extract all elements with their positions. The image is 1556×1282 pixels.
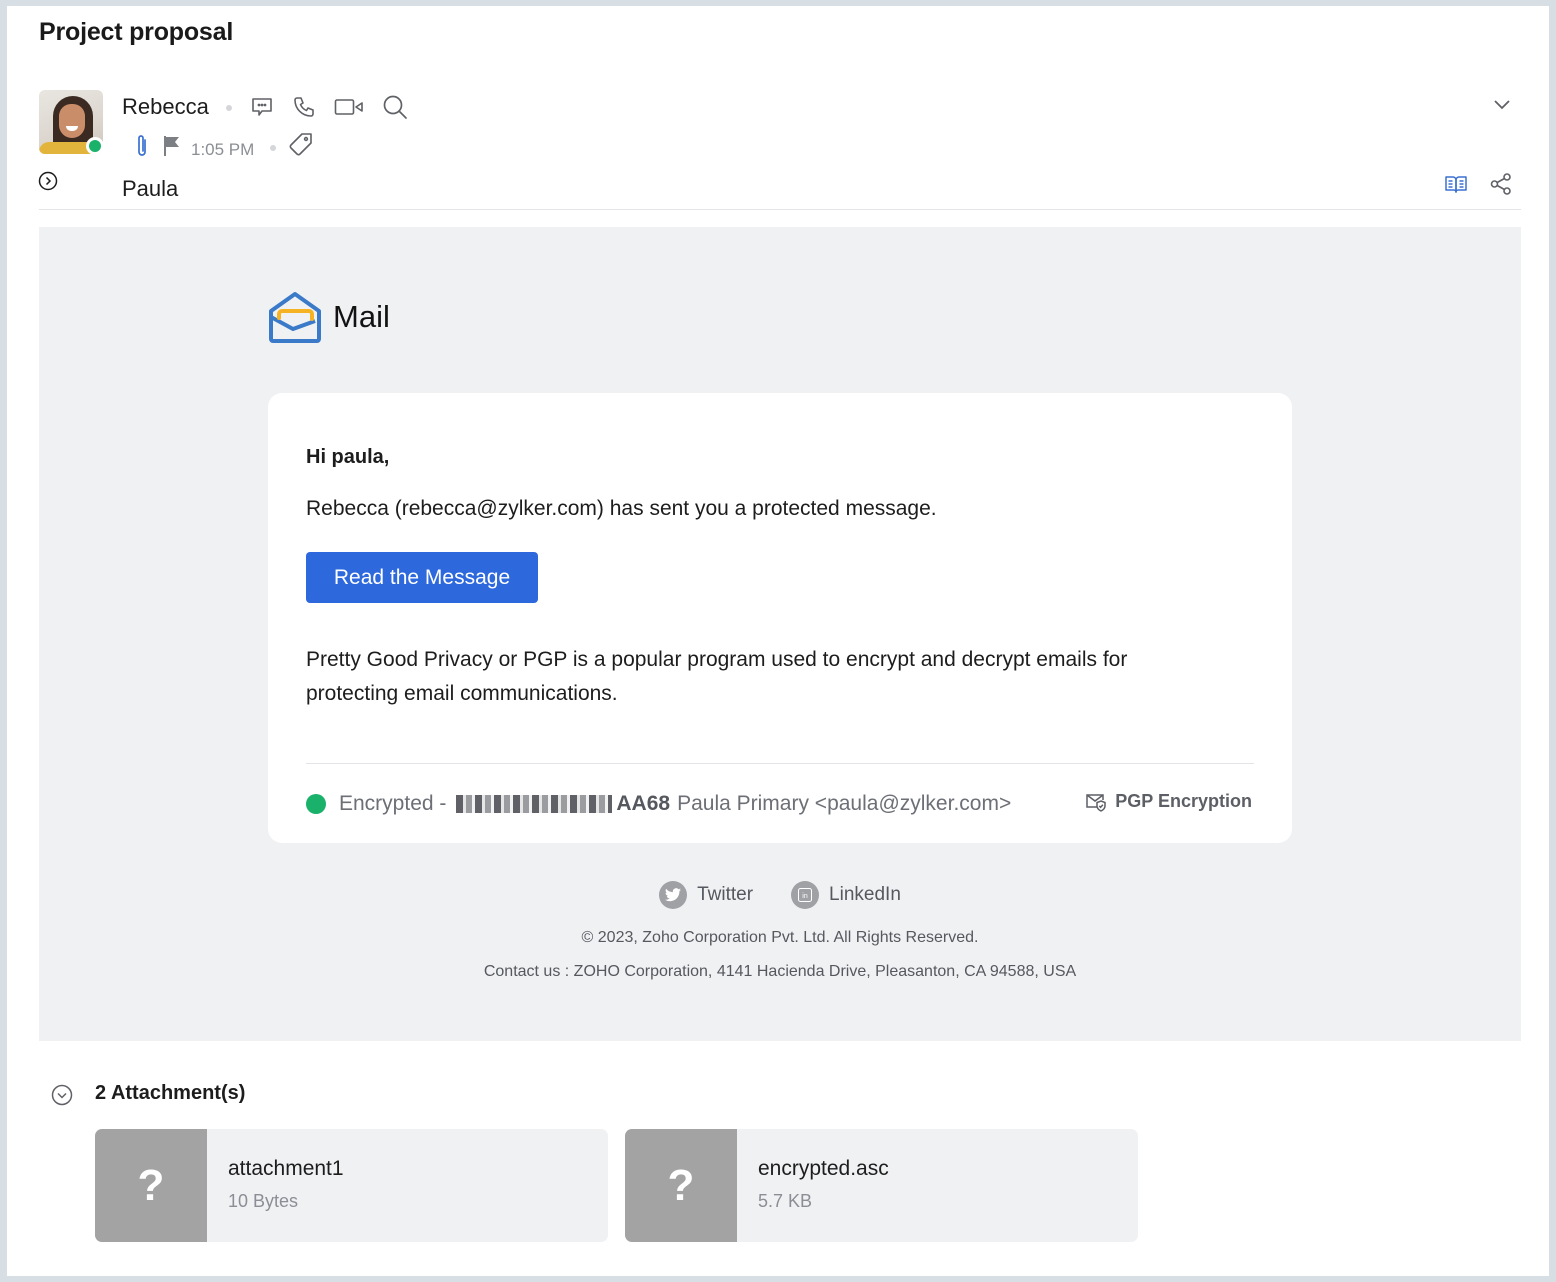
attachments-title: 2 Attachment(s): [95, 1082, 246, 1104]
attachment-item[interactable]: ? encrypted.asc 5.7 KB: [625, 1129, 1138, 1242]
attachment-size: 5.7 KB: [758, 1191, 813, 1211]
mail-shield-icon: [1086, 793, 1107, 812]
greeting: Hi paula,: [306, 446, 390, 468]
linkedin-label: LinkedIn: [829, 884, 901, 905]
tag-icon[interactable]: [288, 132, 314, 158]
pgp-encryption-badge: PGP Encryption: [1085, 791, 1252, 812]
chat-icon[interactable]: [250, 95, 274, 119]
key-owner: Paula Primary <paula@zylker.com>: [677, 792, 1012, 815]
pgp-description: Pretty Good Privacy or PGP is a popular …: [306, 648, 1128, 705]
linkedin-link[interactable]: in LinkedIn: [791, 881, 901, 909]
phone-icon[interactable]: [292, 95, 316, 119]
share-icon[interactable]: [1490, 173, 1512, 195]
intro-text: Rebecca (rebecca@zylker.com) has sent yo…: [306, 497, 937, 520]
twitter-link[interactable]: Twitter: [659, 881, 753, 909]
copyright-text: © 2023, Zoho Corporation Pvt. Ltd. All R…: [581, 929, 979, 946]
collapse-attachments-icon[interactable]: [51, 1084, 73, 1106]
paperclip-icon[interactable]: [135, 134, 149, 158]
email-body: Mail Hi paula, Rebecca (rebecca@zylker.c…: [39, 227, 1521, 1041]
zoho-mail-logo-icon: [269, 292, 321, 343]
encryption-method: PGP Encryption: [1115, 791, 1252, 811]
protected-message-card: Hi paula, Rebecca (rebecca@zylker.com) h…: [268, 393, 1292, 843]
chevron-down-icon[interactable]: [1493, 99, 1511, 111]
key-id-tail: AA68: [616, 792, 671, 815]
attachment-name: encrypted.asc: [758, 1157, 889, 1180]
sent-time: 1:05 PM: [191, 140, 255, 159]
social-links: Twitter in LinkedIn: [39, 881, 1521, 909]
brand-name: Mail: [333, 299, 390, 334]
separator-dot: [226, 105, 232, 111]
separator-dot: [270, 145, 276, 151]
encryption-label: Encrypted -: [339, 792, 447, 815]
unknown-file-icon: ?: [625, 1129, 737, 1242]
contact-text: Contact us : ZOHO Corporation, 4141 Haci…: [483, 963, 1077, 980]
twitter-icon: [659, 881, 688, 909]
email-view-panel: Project proposal Rebecca 1:05 PM Paula M…: [7, 6, 1549, 1276]
svg-text:in: in: [802, 893, 808, 900]
flag-icon[interactable]: [163, 135, 181, 157]
linkedin-icon: in: [791, 881, 820, 909]
expand-recipients-icon[interactable]: [38, 171, 58, 191]
online-status-indicator: [86, 137, 104, 155]
video-icon[interactable]: [334, 95, 364, 119]
unknown-file-icon: ?: [95, 1129, 207, 1242]
attachment-name: attachment1: [228, 1157, 344, 1180]
recipient-name[interactable]: Paula: [122, 176, 178, 202]
email-subject: Project proposal: [39, 18, 234, 46]
encryption-status-dot: [306, 794, 326, 814]
search-icon[interactable]: [382, 94, 408, 120]
read-message-button[interactable]: Read the Message: [306, 552, 538, 603]
card-divider: [306, 763, 1254, 764]
attachment-item[interactable]: ? attachment1 10 Bytes: [95, 1129, 608, 1242]
encryption-status: Encrypted - AA68 Paula Primary <paula@zy…: [306, 789, 1011, 819]
header-divider: [39, 209, 1521, 210]
book-open-icon[interactable]: [1445, 174, 1467, 194]
attachment-size: 10 Bytes: [228, 1191, 299, 1211]
sender-name[interactable]: Rebecca: [122, 94, 209, 120]
redacted-key-id: [456, 795, 613, 813]
twitter-label: Twitter: [697, 884, 754, 905]
